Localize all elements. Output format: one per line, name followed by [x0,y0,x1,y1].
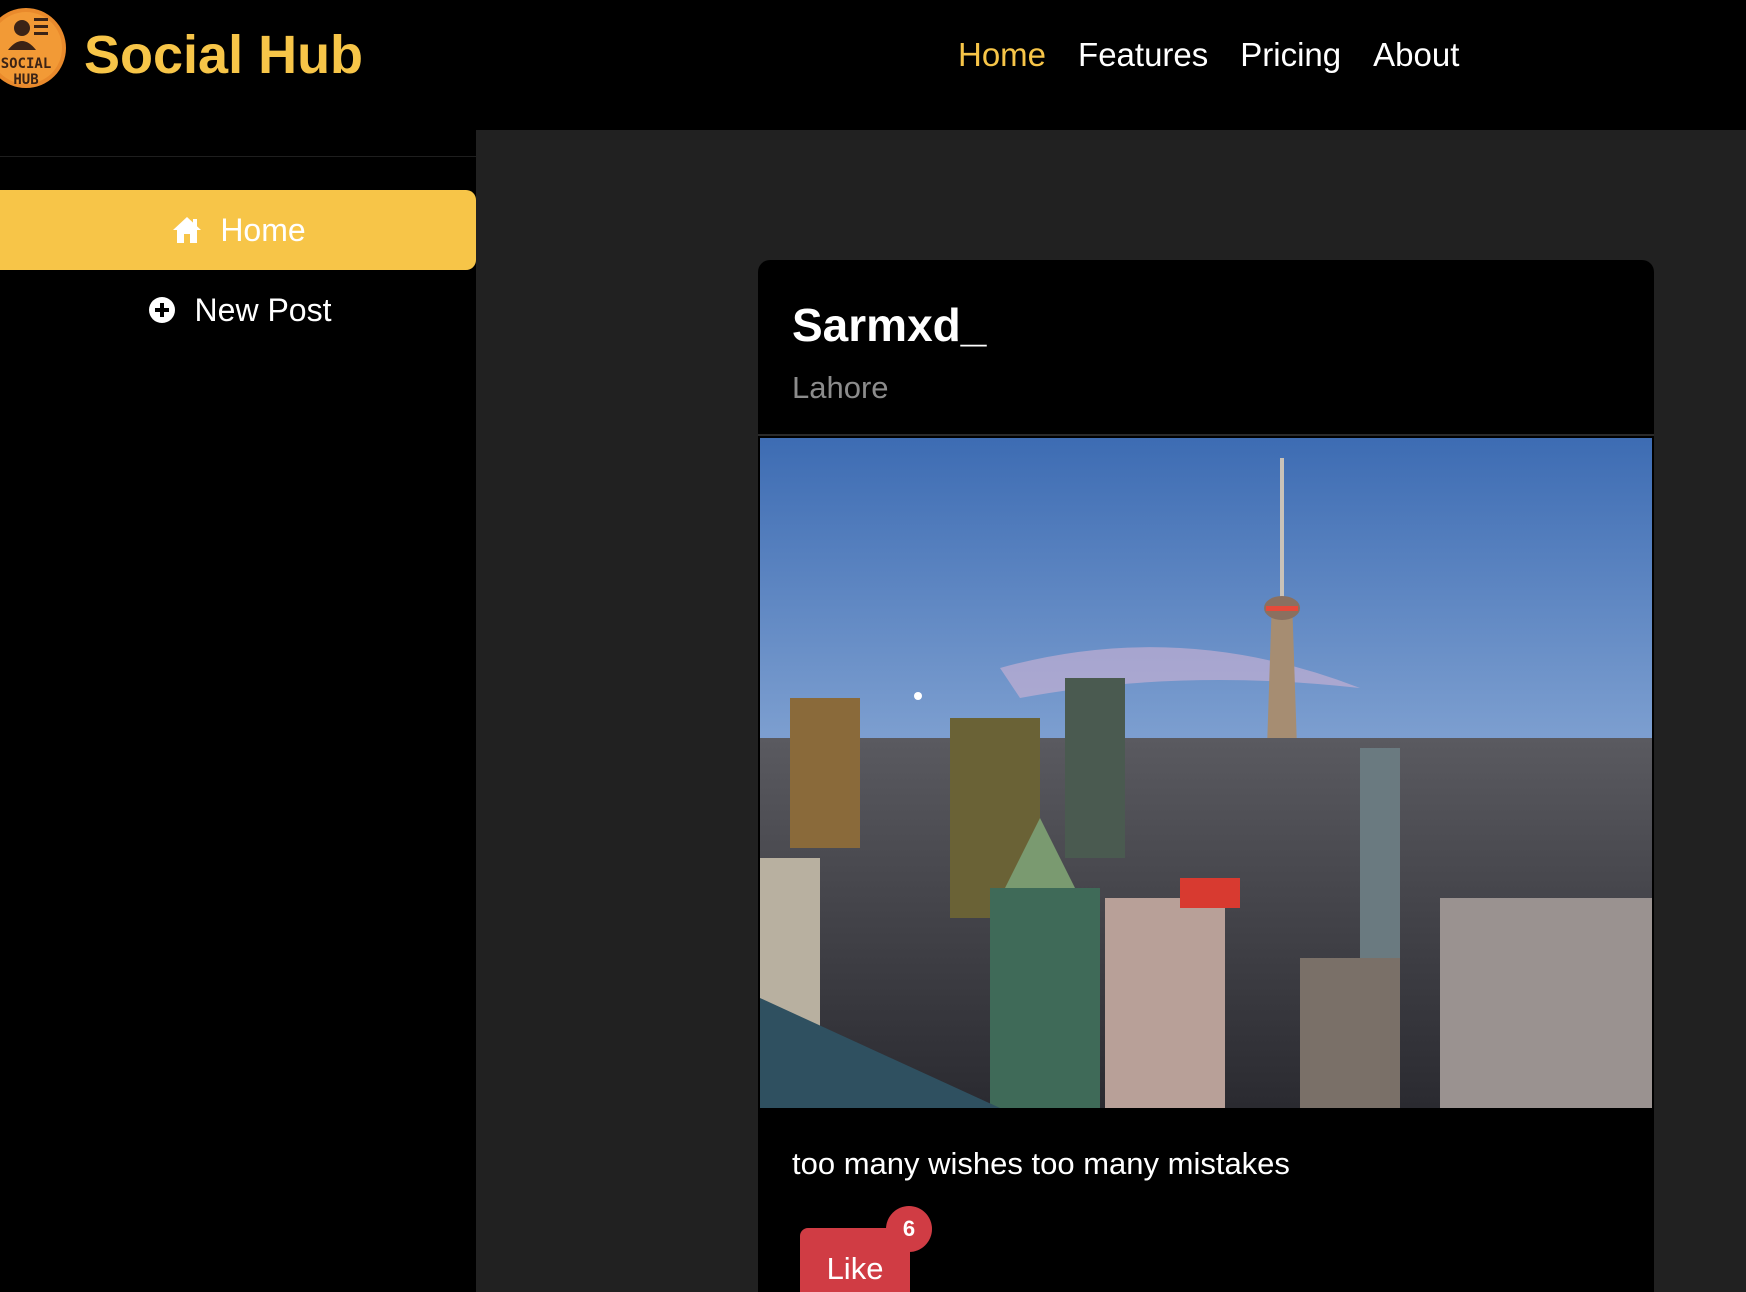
post-header: Sarmxd_ Lahore [758,260,1654,436]
social-hub-logo: SOCIAL HUB [0,4,70,92]
nav-about[interactable]: About [1373,36,1459,74]
brand-name[interactable]: Social Hub [84,24,363,86]
sidebar-item-new-post[interactable]: New Post [0,270,476,350]
post-username[interactable]: Sarmxd_ [792,298,1620,352]
sidebar-divider [0,156,476,157]
brand[interactable]: SOCIAL HUB Social Hub [0,4,363,92]
sidebar-item-label: Home [220,211,306,248]
post-location: Lahore [792,370,889,405]
svg-text:SOCIAL: SOCIAL [1,56,52,72]
post-card: Sarmxd_ Lahore too many wishes too many … [758,260,1654,1292]
main-nav: Home Features Pricing About [958,36,1459,74]
sidebar: Home New Post [0,130,476,1292]
home-icon [170,213,204,247]
post-caption: too many wishes too many mistakes [792,1146,1290,1181]
top-navbar: SOCIAL HUB Social Hub Home Features Pric… [0,0,1746,130]
sidebar-item-label: New Post [194,291,332,328]
like-count-badge: 6 [886,1206,932,1252]
post-image [760,438,1652,1108]
sidebar-item-home[interactable]: Home [0,190,476,270]
nav-features[interactable]: Features [1078,36,1208,74]
svg-text:HUB: HUB [13,72,38,88]
plus-circle-icon [145,293,179,327]
nav-pricing[interactable]: Pricing [1240,36,1341,74]
nav-home[interactable]: Home [958,36,1046,74]
